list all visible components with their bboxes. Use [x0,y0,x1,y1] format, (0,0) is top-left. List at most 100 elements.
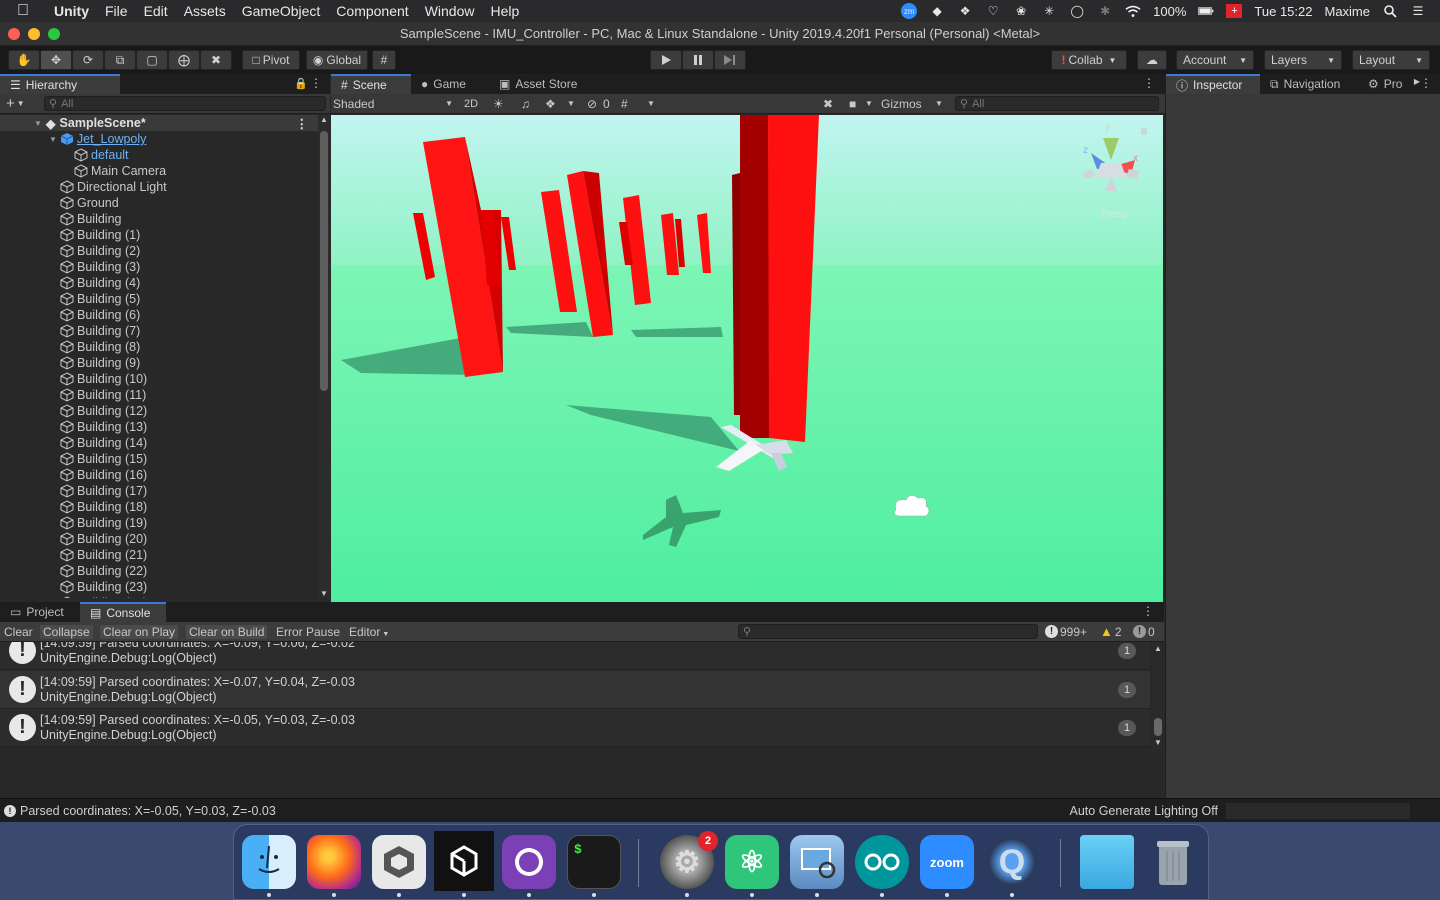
shading-mode-dropdown[interactable]: Shaded ▼ [333,97,453,111]
quicktime-icon[interactable]: Q [985,835,1039,889]
tab-project-settings[interactable]: ⚙ Pro [1364,74,1414,94]
status-message[interactable]: Parsed coordinates: X=-0.05, Y=0.03, Z=-… [20,804,276,818]
hierarchy-item[interactable]: Building (3) [0,259,318,275]
hierarchy-item[interactable]: Ground [0,195,318,211]
dropbox-icon[interactable]: ❖ [957,4,973,18]
hierarchy-item[interactable]: Building (14) [0,435,318,451]
tab-game[interactable]: ● Game [411,74,489,94]
hierarchy-item[interactable]: Building (20) [0,531,318,547]
error-count-toggle[interactable]: ! 0 [1133,625,1155,639]
rect-tool-button[interactable]: ▢ [136,50,168,70]
hierarchy-item[interactable]: Building (9) [0,355,318,371]
apple-menu-icon[interactable]:  [0,2,46,20]
chevron-down-icon[interactable]: ▼ [647,99,655,108]
tab-asset-store[interactable]: ▣ Asset Store [489,74,589,94]
hierarchy-item[interactable]: Building (8) [0,339,318,355]
hierarchy-item[interactable]: Building (23) [0,579,318,595]
spotlight-search-icon[interactable] [1382,4,1398,18]
create-button[interactable]: + [6,95,15,112]
menu-edit[interactable]: Edit [136,3,176,19]
cloud-button[interactable]: ☁ [1137,50,1167,70]
move-tool-button[interactable]: ✥ [40,50,72,70]
hierarchy-item[interactable]: Building (17) [0,483,318,499]
battery-percent[interactable]: 100% [1153,4,1186,19]
zoom-app-icon[interactable]: zoom [920,835,974,889]
console-scrollbar[interactable]: ▲ ▼ [1152,642,1164,752]
scrollbar-thumb[interactable] [1154,718,1162,736]
hierarchy-item[interactable]: Directional Light [0,179,318,195]
scene-row[interactable]: ▼ ◆ SampleScene* ⋮ [0,115,318,131]
audio-toggle-icon[interactable]: ♫ [521,97,530,111]
expand-arrow-icon[interactable]: ▼ [49,135,57,144]
kebab-menu-icon[interactable]: ⋮ [1143,76,1155,90]
menu-file[interactable]: File [97,3,136,19]
unity-icon[interactable] [434,831,494,891]
effects-icon[interactable]: ❖ [545,97,556,111]
arduino-icon[interactable] [855,835,909,889]
wifi-icon[interactable] [1125,4,1141,18]
scroll-down-arrow-icon[interactable]: ▼ [1154,738,1162,747]
hierarchy-item[interactable]: Building (6) [0,307,318,323]
scene-viewport[interactable]: y z x Persp [331,115,1163,602]
console-entry[interactable]: ! [14:09:59] Parsed coordinates: X=-0.09… [0,642,1150,670]
custom-tool-button[interactable]: ✖ [200,50,232,70]
console-entry[interactable]: ! [14:09:59] Parsed coordinates: X=-0.07… [0,671,1150,709]
step-button[interactable] [714,50,746,70]
unity-status-icon[interactable]: ◆ [929,4,945,18]
kebab-menu-icon[interactable]: ⋮ [1420,76,1432,90]
input-source-flag-icon[interactable]: + [1226,4,1243,18]
pause-button[interactable] [682,50,714,70]
tab-console[interactable]: ▤ Console [80,602,166,622]
minimize-window-button[interactable] [28,28,40,40]
tab-project[interactable]: ▭ Project [0,602,80,622]
tab-inspector[interactable]: ⓘ Inspector [1166,74,1260,94]
grid-toggle-icon[interactable]: # [621,97,628,111]
collab-dropdown[interactable]: ! Collab ▼ [1051,50,1127,70]
hierarchy-item[interactable]: Building (5) [0,291,318,307]
scale-tool-button[interactable]: ⧉ [104,50,136,70]
scene-search-input[interactable]: ⚲ All [955,96,1159,111]
tab-navigation[interactable]: ⧉ Navigation [1260,74,1364,94]
preview-icon[interactable] [790,835,844,889]
gizmo-lock-icon[interactable] [1141,128,1147,135]
hierarchy-item[interactable]: Building (16) [0,467,318,483]
clear-on-play-toggle[interactable]: Clear on Play [100,624,179,639]
gizmo-projection-label[interactable]: Persp [1101,209,1128,220]
global-toggle[interactable]: ◉ Global [306,50,368,70]
menu-gameobject[interactable]: GameObject [234,3,329,19]
chevron-down-icon[interactable]: ▼ [567,99,575,108]
expand-arrow-icon[interactable]: ▼ [34,119,42,128]
menu-component[interactable]: Component [328,3,416,19]
warning-count-toggle[interactable]: ▲ 2 [1100,624,1122,639]
pivot-toggle[interactable]: □ Pivot [242,50,300,70]
notification-center-icon[interactable]: ☰ [1410,4,1426,18]
vpn-status-icon[interactable]: ◯ [1069,4,1085,18]
hierarchy-item[interactable]: Building (13) [0,419,318,435]
hand-tool-button[interactable]: ✋ [8,50,40,70]
toggle-2d-button[interactable]: 2D [459,98,483,110]
account-dropdown[interactable]: Account ▼ [1176,50,1254,70]
user-status-icon[interactable]: ♡ [985,4,1001,18]
scroll-up-arrow-icon[interactable]: ▲ [320,115,328,124]
kebab-menu-icon[interactable]: ⋮ [310,76,322,90]
tab-scene[interactable]: # Scene [331,74,411,94]
scene-render[interactable]: y z x Persp [331,115,1163,602]
hierarchy-item[interactable]: Building (24) [0,595,318,598]
menu-help[interactable]: Help [482,3,527,19]
hierarchy-child-item[interactable]: Main Camera [0,163,318,179]
chevron-down-icon[interactable]: ▼ [935,99,943,108]
transform-tool-button[interactable]: ⨁ [168,50,200,70]
finder-icon[interactable] [242,835,296,889]
hierarchy-child-item[interactable]: default [0,147,318,163]
tools-icon[interactable]: ✖ [823,97,833,111]
hierarchy-item[interactable]: Building (18) [0,499,318,515]
bug-status-icon[interactable]: ❀ [1013,4,1029,18]
gear-status-icon[interactable]: ✳ [1041,4,1057,18]
hidden-objects-icon[interactable]: ⊘ [587,97,597,111]
menu-assets[interactable]: Assets [176,3,234,19]
atom-icon[interactable]: ⚛ [725,835,779,889]
hierarchy-item[interactable]: Building (11) [0,387,318,403]
chevron-down-icon[interactable]: ▼ [17,99,25,108]
menu-window[interactable]: Window [417,3,483,19]
terminal-icon[interactable]: $ [567,835,621,889]
